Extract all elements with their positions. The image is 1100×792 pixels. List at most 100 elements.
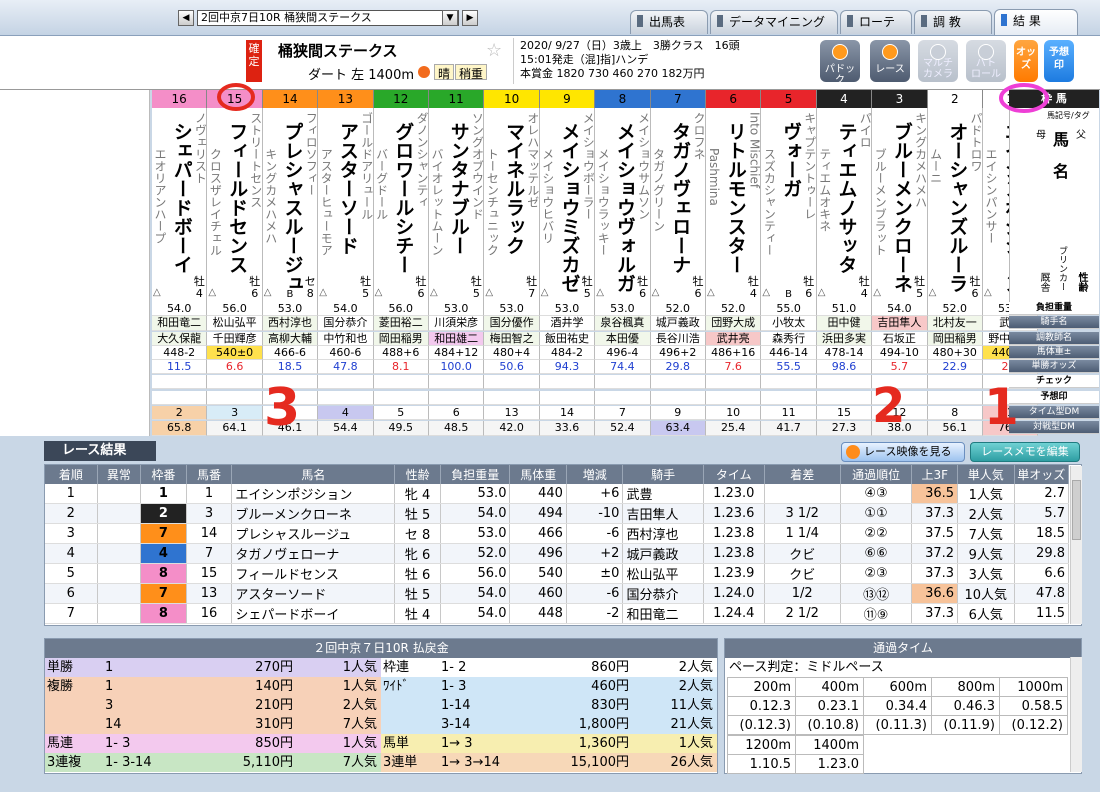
horse-number[interactable]: 9 bbox=[539, 90, 596, 108]
result-header[interactable]: 馬番 bbox=[186, 465, 233, 484]
horse-number[interactable]: 13 bbox=[318, 90, 374, 108]
horse-column[interactable]: Into Mischief リトルモンスター Pashmina △ 牡 4 bbox=[706, 108, 762, 302]
horse-mark[interactable] bbox=[539, 391, 596, 405]
horse-check[interactable] bbox=[152, 375, 208, 389]
next-race-button[interactable]: ▶ bbox=[462, 10, 478, 26]
result-header[interactable]: 負担重量 bbox=[440, 465, 511, 484]
tab-kekka[interactable]: 結 果 bbox=[994, 9, 1078, 35]
horse-name[interactable]: プレシャスルージュ bbox=[280, 122, 303, 293]
horse-name[interactable]: ティエムノサッタ bbox=[834, 122, 857, 274]
horse-number[interactable]: 11 bbox=[429, 90, 485, 108]
horse-mark[interactable] bbox=[484, 391, 540, 405]
horse-name[interactable]: サンタナブルー bbox=[447, 122, 470, 255]
horse-column[interactable]: ゴールドアリュール アスターソード アスターヒューモア △ 牡 5 bbox=[318, 108, 374, 302]
horse-column[interactable]: クロフネ タガノヴェローナ タガノグリーン △ 牡 6 bbox=[650, 108, 706, 302]
paddock-button[interactable]: パドック bbox=[820, 40, 860, 86]
horse-mark[interactable] bbox=[318, 391, 374, 405]
horse-name[interactable]: ブルーメンクローネ bbox=[890, 122, 913, 293]
horse-check[interactable] bbox=[318, 375, 374, 389]
horse-check[interactable] bbox=[484, 375, 540, 389]
race-video-button[interactable]: レース bbox=[870, 40, 910, 82]
result-header[interactable]: 馬名 bbox=[231, 465, 396, 484]
horse-mark[interactable] bbox=[706, 391, 762, 405]
horse-check[interactable] bbox=[706, 375, 762, 389]
tab-shutsuba[interactable]: 出馬表 bbox=[630, 10, 708, 34]
horse-check[interactable] bbox=[429, 375, 485, 389]
horse-number[interactable]: 8 bbox=[595, 90, 651, 108]
horse-check[interactable] bbox=[207, 375, 263, 389]
tab-data-mining[interactable]: データマイニング bbox=[710, 10, 838, 34]
patrol-button[interactable]: パト ロール bbox=[966, 40, 1006, 82]
star-icon[interactable]: ☆ bbox=[486, 40, 502, 61]
horse-name[interactable]: メイショウヴォルガ bbox=[613, 122, 636, 293]
result-row[interactable]: 6 7 13 アスターソード牡 5 54.0 460 -6 国分恭介 1.24.0 1/2 ⑬⑫ 36… bbox=[45, 583, 1070, 604]
horse-mark[interactable] bbox=[650, 391, 706, 405]
result-row[interactable]: 2 2 3 ブルーメンクローネ牡 5 54.0 494 -10 吉田隼人 1.23.6 3 1/2… bbox=[45, 503, 1070, 524]
horse-column[interactable]: メイショウサムソン メイショウヴォルガ メイショウラッキー △ 牡 6 bbox=[595, 108, 651, 302]
horse-name[interactable]: オーシャンズルーラ bbox=[945, 122, 968, 293]
horse-name[interactable]: グロワールシチー bbox=[391, 122, 414, 274]
horse-column[interactable]: ストリートセンス フィールドセンス クロスザレイチェル △ 牡 6 bbox=[207, 108, 263, 302]
horse-number[interactable]: 2 bbox=[927, 90, 983, 108]
horse-name[interactable]: フィールドセンス bbox=[225, 122, 248, 274]
horse-mark[interactable] bbox=[429, 391, 485, 405]
horse-number[interactable]: 3 bbox=[872, 90, 928, 108]
horse-column[interactable]: ダノンシャンティ グロワールシチー バーグドール △ 牡 6 bbox=[373, 108, 429, 302]
horse-name[interactable]: メイショウミズカゼ bbox=[557, 122, 580, 293]
result-header[interactable]: 単オッズ bbox=[1014, 465, 1070, 484]
horse-column[interactable]: キングカメハメハ ブルーメンクローネ ブルーメンブラット △ 牡 5 bbox=[872, 108, 928, 302]
result-header[interactable]: 枠番 bbox=[140, 465, 187, 484]
horse-name[interactable]: ヴォーガ bbox=[779, 122, 802, 198]
result-row[interactable]: 1 1 1 エイシンポジション牝 4 53.0 440 +6 武豊 1.23.0 ④③ 36.5 1人… bbox=[45, 484, 1070, 504]
tab-rote[interactable]: ローテ bbox=[840, 10, 912, 34]
horse-number[interactable]: 4 bbox=[816, 90, 873, 108]
result-row[interactable]: 3 7 14 プレシャスルージュセ 8 53.0 466 -6 西村淳也 1.23.8 1 1/4… bbox=[45, 523, 1070, 544]
horse-column[interactable]: メイショウボーラー メイショウミズカゼ メイショウヒバリ △ 牡 5 bbox=[539, 108, 596, 302]
result-header[interactable]: 通過順位 bbox=[840, 465, 913, 484]
result-header[interactable]: 単人気 bbox=[957, 465, 1015, 484]
result-row[interactable]: 4 4 7 タガノヴェローナ牝 6 52.0 496 +2 城戸義政 1.23.8 クビ ⑥⑥ 37.… bbox=[45, 543, 1070, 564]
result-scrollbar[interactable] bbox=[1070, 466, 1082, 624]
multi-camera-button[interactable]: マルチ カメラ bbox=[918, 40, 958, 82]
passing-scrollbar[interactable] bbox=[1070, 657, 1082, 772]
horse-number[interactable]: 5 bbox=[761, 90, 817, 108]
result-header[interactable]: 馬体重 bbox=[509, 465, 567, 484]
result-header[interactable]: 着差 bbox=[764, 465, 841, 484]
horse-mark[interactable] bbox=[927, 391, 983, 405]
horse-name[interactable]: タガノヴェローナ bbox=[668, 122, 691, 274]
horse-mark[interactable] bbox=[816, 391, 873, 405]
horse-column[interactable]: ソングオブウインド サンタナブルー バイオレットムーン △ 牡 5 bbox=[429, 108, 485, 302]
horse-number[interactable]: 10 bbox=[484, 90, 540, 108]
horse-check[interactable] bbox=[373, 375, 429, 389]
horse-check[interactable] bbox=[761, 375, 817, 389]
result-header[interactable]: 増減 bbox=[566, 465, 624, 484]
horse-mark[interactable] bbox=[152, 391, 208, 405]
horse-number[interactable]: 16 bbox=[152, 90, 208, 108]
result-header[interactable]: 着順 bbox=[45, 465, 98, 484]
horse-name[interactable]: アスターソード bbox=[336, 122, 359, 255]
horse-number[interactable]: 12 bbox=[373, 90, 429, 108]
horse-number[interactable]: 6 bbox=[706, 90, 762, 108]
race-select[interactable]: 2回中京7日10R 桶狭間ステークス bbox=[197, 10, 459, 26]
tab-chokyo[interactable]: 調 教 bbox=[914, 10, 992, 34]
dropdown-button[interactable]: ▼ bbox=[442, 10, 458, 26]
race-memo-button[interactable]: レースメモを編集 bbox=[970, 442, 1080, 462]
yoso-button[interactable]: 予想 印 bbox=[1044, 40, 1074, 82]
horse-check[interactable] bbox=[816, 375, 873, 389]
horse-number[interactable]: 14 bbox=[262, 90, 319, 108]
horse-column[interactable]: フィロソフィー プレシャスルージュ キングカメハメハ △ B セ 8 bbox=[262, 108, 319, 302]
result-header[interactable]: 上3F bbox=[911, 465, 959, 484]
horse-column[interactable]: ノヴェリスト シェパードボーイ エオリアンハープ △ 牡 4 bbox=[152, 108, 208, 302]
horse-column[interactable]: パドトロワ オーシャンズルーラ ムーニ △ 牡 6 bbox=[927, 108, 983, 302]
horse-check[interactable] bbox=[927, 375, 983, 389]
horse-mark[interactable] bbox=[761, 391, 817, 405]
horse-number[interactable]: 7 bbox=[650, 90, 706, 108]
horse-name[interactable]: マイネルラック bbox=[502, 122, 525, 255]
prev-race-button[interactable]: ◀ bbox=[178, 10, 194, 26]
odds-button[interactable]: オッズ bbox=[1014, 40, 1038, 82]
horse-mark[interactable] bbox=[207, 391, 263, 405]
horse-name[interactable]: シェパードボーイ bbox=[170, 122, 193, 274]
result-header[interactable]: タイム bbox=[703, 465, 765, 484]
horse-column[interactable]: パイロ ティエムノサッタ ティエムオキネ △ 牡 4 bbox=[816, 108, 873, 302]
horse-name[interactable]: リトルモンスター bbox=[724, 122, 747, 274]
